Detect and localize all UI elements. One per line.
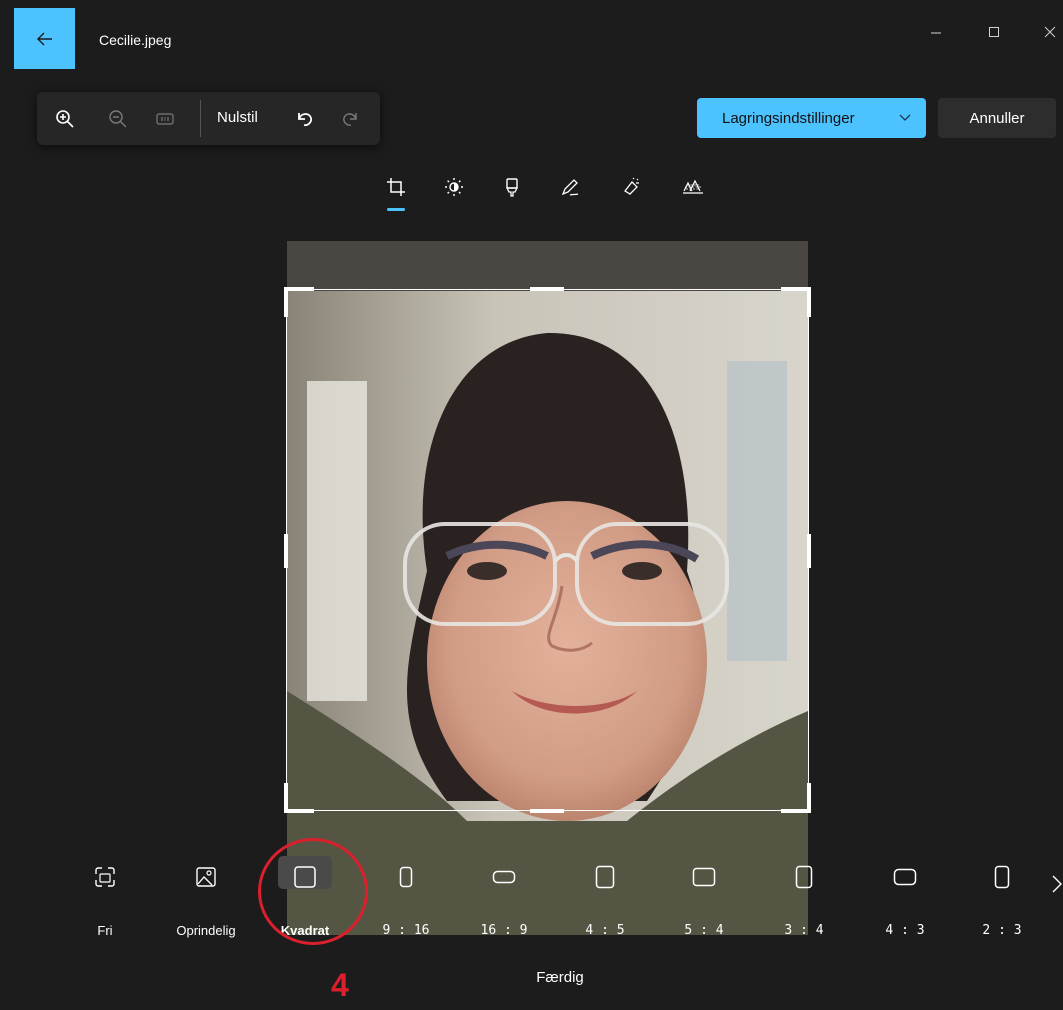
- portrait-ratio-icon: [994, 865, 1010, 889]
- tab-filter[interactable]: [501, 176, 523, 198]
- toolbar-separator: [200, 100, 201, 137]
- chevron-down-icon: [899, 114, 911, 121]
- crop-handle-bottom-left[interactable]: [284, 809, 314, 813]
- aspect-4-3[interactable]: 4 : 3: [865, 853, 945, 948]
- free-crop-icon: [95, 867, 115, 887]
- chevron-right-icon: [1052, 875, 1062, 893]
- undo-button[interactable]: [294, 108, 316, 130]
- crop-handle-top[interactable]: [530, 287, 564, 291]
- aspect-label: 4 : 5: [585, 923, 625, 938]
- save-options-label: Lagringsindstillinger: [722, 109, 855, 127]
- done-button[interactable]: Færdig: [480, 960, 640, 994]
- crop-frame[interactable]: [284, 287, 811, 813]
- save-options-button[interactable]: Lagringsindstillinger: [697, 98, 926, 138]
- landscape-ratio-icon: [692, 867, 716, 887]
- active-tab-indicator: [387, 208, 405, 211]
- maximize-button[interactable]: [984, 22, 1004, 42]
- zoom-out-button[interactable]: [107, 108, 129, 130]
- aspect-9-16[interactable]: 9 : 16: [366, 853, 446, 948]
- minimize-icon: [931, 32, 941, 34]
- zoom-toolbar: Nulstil: [37, 92, 380, 145]
- zoom-in-button[interactable]: [54, 108, 76, 130]
- zoom-in-icon: [56, 110, 74, 128]
- aspect-label: Fri: [97, 923, 113, 938]
- tab-markup[interactable]: [559, 176, 581, 198]
- undo-icon: [298, 113, 313, 127]
- cancel-button[interactable]: Annuller: [938, 98, 1056, 138]
- brightness-icon: [445, 178, 463, 196]
- actual-size-icon: [156, 113, 174, 125]
- tab-background[interactable]: [682, 176, 704, 198]
- aspect-label: 9 : 16: [382, 923, 430, 938]
- tab-adjust[interactable]: [443, 176, 465, 198]
- aspect-4-5[interactable]: 4 : 5: [565, 853, 645, 948]
- aspect-original[interactable]: Oprindelig: [166, 853, 246, 948]
- crop-handle-left[interactable]: [284, 534, 288, 568]
- redo-icon: [343, 113, 357, 126]
- tab-crop[interactable]: [385, 176, 407, 198]
- crop-icon: [387, 178, 405, 196]
- window-title: Cecilie.jpeg: [99, 32, 172, 48]
- arrow-left-icon: [36, 32, 52, 45]
- filter-icon: [505, 178, 519, 197]
- redo-button[interactable]: [339, 108, 361, 130]
- back-button[interactable]: [14, 8, 75, 69]
- portrait-ratio-icon: [595, 865, 615, 889]
- aspect-3-4[interactable]: 3 : 4: [764, 853, 844, 948]
- markup-icon: [561, 179, 579, 196]
- zoom-out-icon: [109, 110, 127, 128]
- tab-erase[interactable]: [620, 176, 642, 198]
- portrait-ratio-icon: [399, 866, 413, 888]
- actual-size-button[interactable]: [154, 108, 176, 130]
- close-button[interactable]: [1040, 22, 1060, 42]
- title-bar: Cecilie.jpeg: [0, 0, 1063, 70]
- aspect-label: 2 : 3: [982, 923, 1022, 938]
- original-image-icon: [196, 867, 216, 887]
- landscape-ratio-icon: [893, 868, 917, 886]
- highlight-circle: [258, 838, 368, 945]
- aspect-label: 4 : 3: [885, 923, 925, 938]
- background-icon: [683, 179, 703, 194]
- landscape-ratio-icon: [492, 870, 516, 884]
- crop-handle-bottom[interactable]: [530, 809, 564, 813]
- aspect-label: 5 : 4: [684, 923, 724, 938]
- crop-handle-right[interactable]: [807, 534, 811, 568]
- aspect-2-3[interactable]: 2 : 3: [962, 853, 1042, 948]
- scroll-right-button[interactable]: [1050, 873, 1063, 895]
- close-icon: [1044, 26, 1056, 38]
- step-number: 4: [331, 967, 349, 1003]
- aspect-label: Oprindelig: [176, 923, 236, 938]
- portrait-ratio-icon: [795, 865, 813, 889]
- erase-icon: [624, 177, 639, 195]
- aspect-16-9[interactable]: 16 : 9: [464, 853, 544, 948]
- aspect-label: 16 : 9: [480, 923, 528, 938]
- maximize-icon: [989, 27, 999, 37]
- reset-button[interactable]: Nulstil: [217, 109, 258, 126]
- aspect-label: 3 : 4: [784, 923, 824, 938]
- crop-handle-top-left[interactable]: [284, 287, 314, 291]
- minimize-button[interactable]: [926, 22, 946, 42]
- aspect-5-4[interactable]: 5 : 4: [664, 853, 744, 948]
- aspect-free[interactable]: Fri: [65, 853, 145, 948]
